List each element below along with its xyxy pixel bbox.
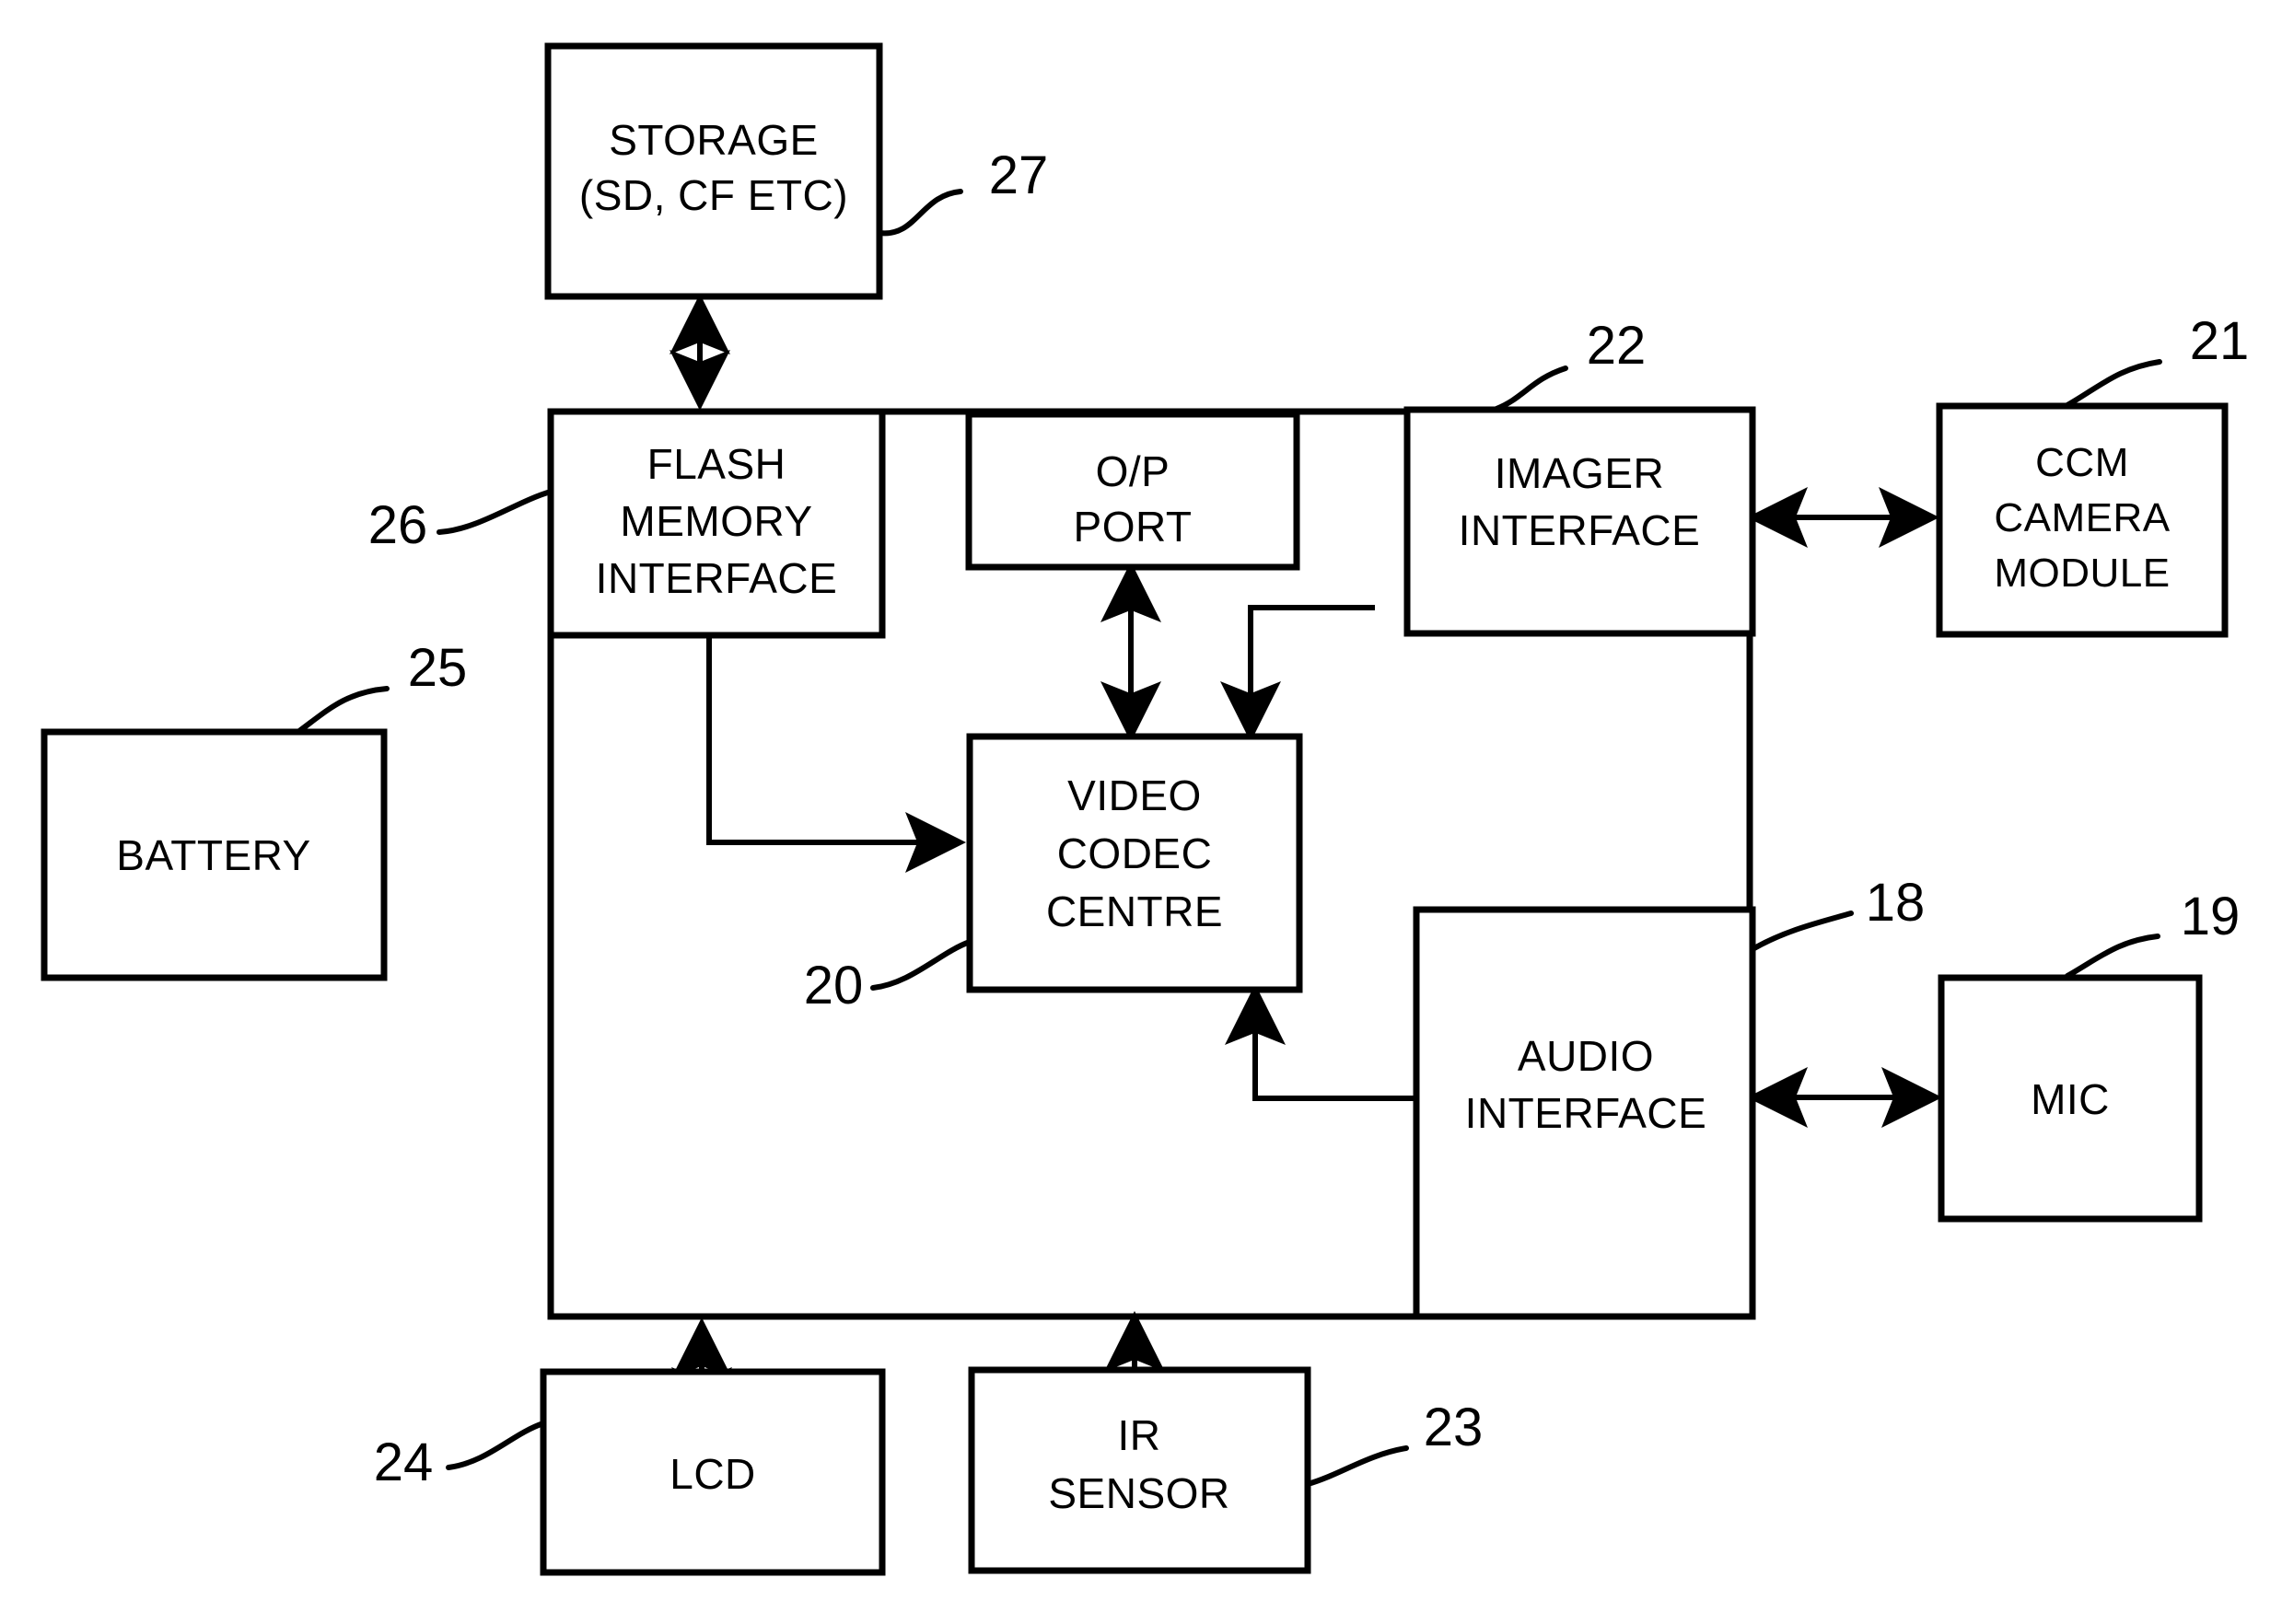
block-ccm-camera-module[interactable]: CCM CAMERA MODULE	[1936, 402, 2229, 638]
block-audio-interface[interactable]: AUDIO INTERFACE	[1413, 906, 1756, 1320]
block-ccm-camera-module-label-line2: CAMERA	[1994, 495, 2170, 540]
block-flash-memory-interface-label-line2: MEMORY	[620, 497, 812, 545]
block-op-port-label-line1: O/P	[1096, 447, 1170, 495]
ref-numeral-24: 24	[374, 1433, 434, 1492]
block-imager-interface-label-line2: INTERFACE	[1459, 506, 1701, 554]
leader-line-20	[870, 939, 972, 991]
leader-line-24	[446, 1421, 546, 1470]
ref-numeral-26: 26	[368, 495, 428, 555]
ref-numeral-20: 20	[804, 956, 864, 1015]
block-battery[interactable]: BATTERY	[41, 728, 388, 981]
block-storage-label-line1: STORAGE	[609, 116, 819, 164]
block-imager-interface[interactable]: IMAGER INTERFACE	[1403, 406, 1756, 637]
figure-root: STORAGE (SD, CF ETC) FLASH MEMORY INTERF…	[0, 0, 2282, 1624]
block-storage[interactable]: STORAGE (SD, CF ETC)	[544, 42, 883, 300]
ref-numeral-25: 25	[408, 638, 468, 698]
block-lcd-label-line1: LCD	[669, 1450, 756, 1498]
block-storage-label-line2: (SD, CF ETC)	[579, 171, 848, 219]
block-audio-interface-label-line2: INTERFACE	[1465, 1089, 1707, 1137]
block-audio-interface-label-line1: AUDIO	[1518, 1032, 1654, 1080]
block-op-port-label-line2: PORT	[1074, 503, 1193, 551]
block-ccm-camera-module-label-line3: MODULE	[1994, 551, 2170, 596]
leader-line-19	[2065, 934, 2160, 979]
connector-audio-interface-to-video-codec	[1225, 984, 1418, 1101]
leader-line-23	[1305, 1445, 1409, 1487]
block-flash-memory-interface-label-line3: INTERFACE	[596, 554, 838, 602]
leader-line-27	[877, 189, 963, 237]
block-battery-label-line1: BATTERY	[116, 831, 310, 879]
ref-numeral-18: 18	[1866, 873, 1926, 933]
block-video-codec-centre[interactable]: VIDEO CODEC CENTRE	[966, 733, 1303, 993]
block-video-codec-centre-label-line2: CODEC	[1057, 829, 1213, 877]
block-ir-sensor-label-line1: IR	[1118, 1411, 1161, 1459]
leader-line-25	[297, 686, 390, 734]
leader-line-26	[437, 489, 553, 535]
block-video-codec-centre-label-line3: CENTRE	[1046, 887, 1223, 935]
block-video-codec-centre-label-line1: VIDEO	[1067, 771, 1202, 819]
connector-imager-interface-to-video-codec	[1220, 605, 1375, 742]
block-ccm-camera-module-label-line1: CCM	[2035, 440, 2129, 485]
ref-numeral-27: 27	[989, 145, 1049, 205]
block-lcd[interactable]: LCD	[540, 1368, 886, 1576]
block-ir-sensor-label-line2: SENSOR	[1048, 1469, 1229, 1517]
ref-numeral-22: 22	[1587, 316, 1647, 376]
block-mic[interactable]: MIC	[1938, 974, 2203, 1223]
ref-numeral-19: 19	[2181, 887, 2241, 946]
block-imager-interface-label-line1: IMAGER	[1495, 449, 1664, 497]
ref-numeral-23: 23	[1424, 1398, 1484, 1457]
block-ir-sensor[interactable]: IR SENSOR	[968, 1366, 1311, 1574]
connector-flash-memory-interface-to-video-codec	[706, 635, 966, 873]
leader-line-22	[1494, 365, 1568, 412]
ref-numeral-21: 21	[2190, 311, 2250, 371]
block-diagram-canvas: STORAGE (SD, CF ETC) FLASH MEMORY INTERF…	[41, 42, 2250, 1576]
block-mic-label-line1: MIC	[2031, 1075, 2110, 1123]
leader-line-21	[2065, 359, 2162, 408]
block-flash-memory-interface[interactable]: FLASH MEMORY INTERFACE	[547, 408, 886, 639]
block-op-port[interactable]: O/P PORT	[965, 411, 1300, 571]
block-flash-memory-interface-label-line1: FLASH	[647, 440, 786, 488]
leader-line-18	[1750, 911, 1854, 952]
